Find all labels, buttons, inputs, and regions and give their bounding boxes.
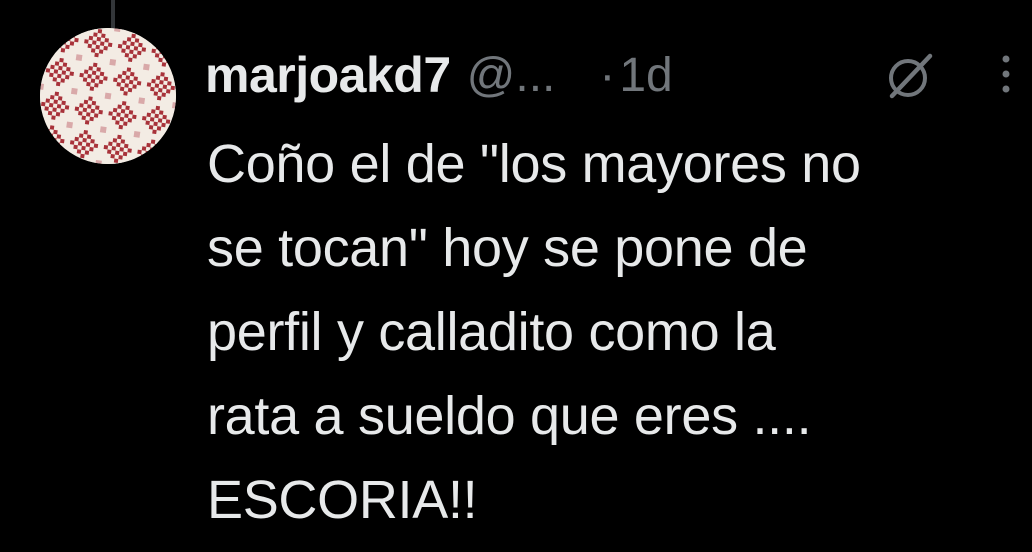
user-handle[interactable]: @...	[467, 48, 556, 103]
grok-icon[interactable]	[880, 46, 940, 106]
more-icon[interactable]	[996, 50, 1016, 100]
timestamp[interactable]: 1d	[619, 48, 672, 103]
separator-dot: ·	[599, 48, 616, 102]
tweet-text: Coño el de "los mayores no se tocan" hoy…	[207, 134, 861, 530]
thread-connector-line	[111, 0, 115, 28]
avatar[interactable]	[40, 28, 176, 164]
display-name[interactable]: marjoakd7	[205, 46, 451, 104]
avatar-pattern-icon	[40, 28, 176, 164]
tweet-header: marjoakd7 @... · 1d	[205, 40, 673, 110]
